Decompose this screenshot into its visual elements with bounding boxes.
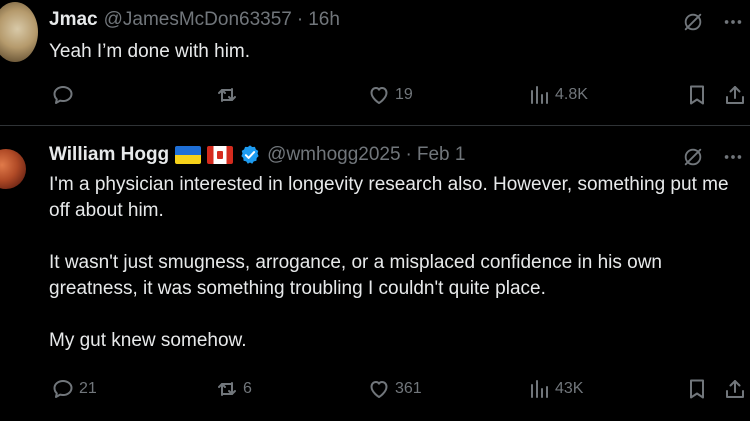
flag-canada-icon xyxy=(207,146,234,164)
tweet-paragraph: I'm a physician interested in longevity … xyxy=(49,174,729,221)
share-icon xyxy=(726,86,744,104)
tweet-top-actions xyxy=(682,146,744,173)
repost-button[interactable]: 6 xyxy=(215,377,252,401)
like-button[interactable]: 19 xyxy=(367,83,413,107)
avatar[interactable] xyxy=(0,2,38,62)
grok-icon[interactable] xyxy=(682,146,704,173)
bookmark-icon xyxy=(690,379,704,399)
flag-ukraine-icon xyxy=(175,146,202,164)
tweet-paragraph: My gut knew somehow. xyxy=(49,330,247,351)
views-button[interactable]: 43K xyxy=(527,377,583,401)
reply-button[interactable] xyxy=(51,83,79,107)
share-button[interactable] xyxy=(723,377,747,401)
reply-count: 21 xyxy=(79,380,97,397)
tweet-paragraph: Yeah I’m done with him. xyxy=(49,41,251,62)
timestamp[interactable]: Feb 1 xyxy=(417,144,466,166)
separator: · xyxy=(296,9,304,30)
tweet-text: Yeah I’m done with him. xyxy=(49,39,739,65)
repost-button[interactable] xyxy=(215,83,243,107)
reply-icon xyxy=(53,380,73,398)
user-handle[interactable]: @JamesMcDon63357 xyxy=(104,9,292,31)
more-icon[interactable] xyxy=(722,146,744,173)
views-button[interactable]: 4.8K xyxy=(527,83,588,107)
repost-icon xyxy=(218,88,236,102)
more-icon[interactable] xyxy=(722,11,744,38)
tweet-header: William Hogg @wmhogg2025 · Feb 1 xyxy=(49,144,465,166)
user-handle[interactable]: @wmhogg2025 xyxy=(267,144,400,166)
repost-count: 6 xyxy=(243,380,252,397)
display-name[interactable]: Jmac xyxy=(49,9,98,31)
reply-button[interactable]: 21 xyxy=(51,377,97,401)
views-count: 43K xyxy=(555,380,584,397)
grok-icon[interactable] xyxy=(682,11,704,38)
tweet-paragraph: It wasn't just smugness, arrogance, or a… xyxy=(49,252,662,299)
bookmark-icon xyxy=(690,85,704,105)
avatar[interactable] xyxy=(0,149,26,189)
views-icon xyxy=(531,380,548,398)
bookmark-button[interactable] xyxy=(685,83,709,107)
action-bar: 19 4.8K xyxy=(49,83,750,109)
tweet-top-actions xyxy=(682,11,744,38)
like-count: 361 xyxy=(395,380,422,397)
tweet-header: Jmac @JamesMcDon63357 · 16h xyxy=(49,9,340,31)
tweet-text: I'm a physician interested in longevity … xyxy=(49,172,739,354)
share-icon xyxy=(726,380,744,398)
action-bar: 21 6 361 43K xyxy=(49,377,750,403)
views-count: 4.8K xyxy=(555,86,588,103)
verified-badge-icon[interactable] xyxy=(239,144,261,166)
tweet[interactable]: Jmac @JamesMcDon63357 · 16h Yeah I’m don… xyxy=(0,0,750,126)
tweet[interactable]: William Hogg @wmhogg2025 · Feb 1 I'm a p… xyxy=(0,127,750,421)
repost-icon xyxy=(218,382,236,396)
share-button[interactable] xyxy=(723,83,747,107)
reply-icon xyxy=(53,86,73,104)
like-icon xyxy=(370,381,388,398)
views-icon xyxy=(531,86,548,104)
like-icon xyxy=(370,87,388,104)
like-count: 19 xyxy=(395,86,413,103)
bookmark-button[interactable] xyxy=(685,377,709,401)
separator: · xyxy=(405,144,412,165)
timestamp[interactable]: 16h xyxy=(308,9,340,31)
display-name[interactable]: William Hogg xyxy=(49,144,169,166)
like-button[interactable]: 361 xyxy=(367,377,422,401)
